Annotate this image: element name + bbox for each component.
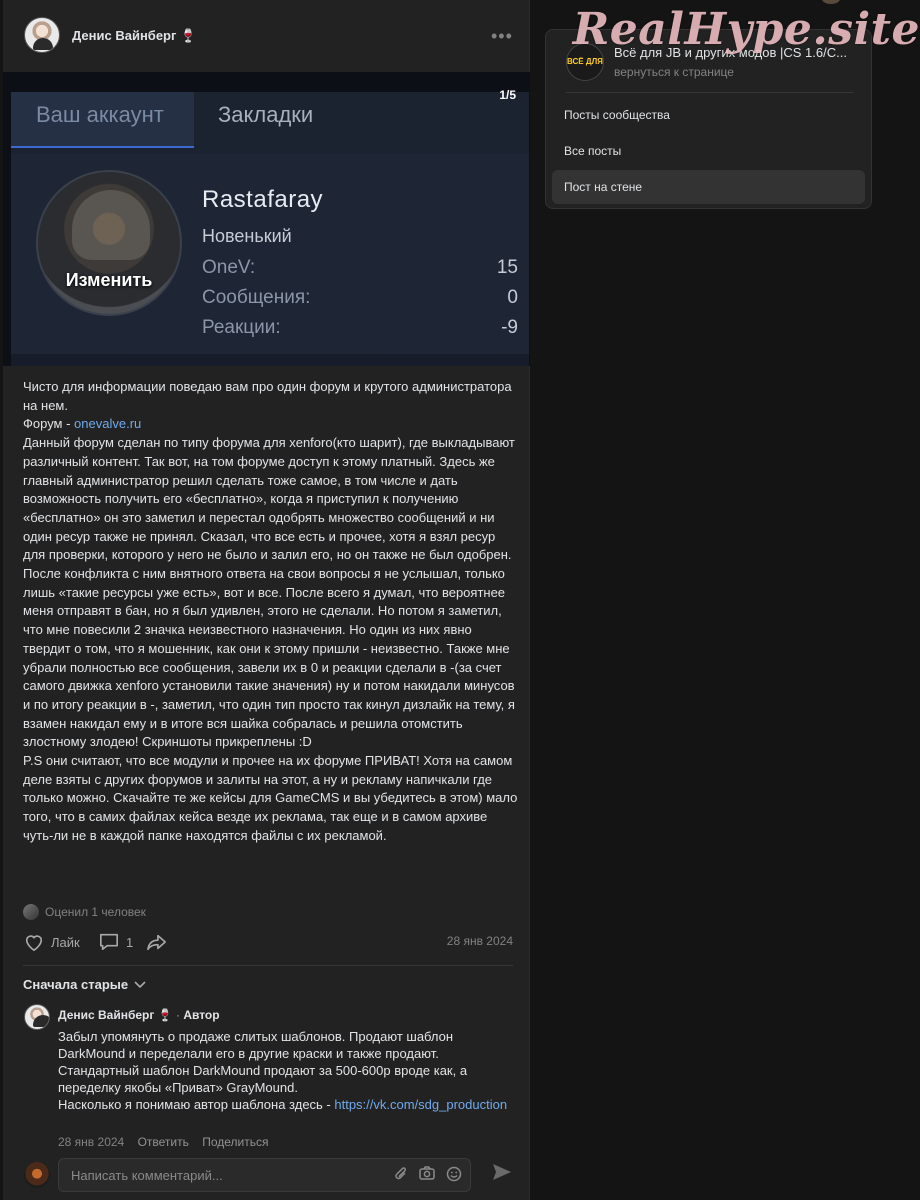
sort-label: Сначала старые — [23, 977, 129, 992]
group-nav-panel: ВСЁ ДЛЯ Всё для JB и других модов |CS 1.… — [545, 29, 872, 209]
back-to-page-link[interactable]: вернуться к странице — [614, 65, 734, 79]
comment-badge: · Автор — [173, 1008, 220, 1022]
stat-label: OneV: — [202, 257, 256, 278]
comment-meta: 28 янв 2024 Ответить Поделиться — [58, 1135, 278, 1149]
share-comment-button[interactable]: Поделиться — [202, 1135, 268, 1149]
rated-by[interactable]: Оценил 1 человек — [23, 904, 146, 920]
carousel-pager: 1/5 — [499, 88, 516, 102]
fox-avatar-image: Изменить — [36, 170, 182, 316]
comment-author-avatar[interactable] — [24, 1004, 50, 1030]
stat-row: Сообщения: 0 — [202, 287, 518, 309]
screenshot-tabs: Ваш аккаунт Закладки — [11, 92, 529, 150]
comment-date[interactable]: 28 янв 2024 — [58, 1135, 124, 1149]
comment-link[interactable]: https://vk.com/sdg_production — [334, 1097, 507, 1112]
divider — [566, 92, 854, 93]
stat-label: Сообщения: — [202, 287, 311, 308]
attached-screenshot: Ваш аккаунт Закладки Изменить Rastafaray… — [11, 92, 529, 366]
rated-by-label: Оценил 1 человек — [45, 905, 146, 919]
divider — [23, 965, 513, 966]
more-horizontal-icon[interactable]: ••• — [491, 26, 513, 47]
like-button[interactable]: Лайк — [23, 932, 80, 952]
stat-row: OneV: 15 — [202, 257, 518, 279]
screenshot-rank: Новенький — [202, 226, 292, 246]
post-date[interactable]: 28 янв 2024 — [447, 934, 513, 948]
chevron-down-icon — [134, 980, 146, 988]
stat-value: 0 — [507, 287, 518, 308]
forum-link[interactable]: onevalve.ru — [74, 416, 141, 431]
share-button[interactable] — [146, 932, 168, 952]
nav-community-posts[interactable]: Посты сообщества — [552, 98, 865, 132]
author-avatar[interactable] — [24, 17, 60, 53]
wall-post: Денис Вайнберг 🍷 ••• Ваш аккаунт Закладк… — [3, 0, 530, 1200]
nav-all-posts[interactable]: Все посты — [552, 134, 865, 168]
current-user-avatar — [24, 1162, 50, 1188]
author-name[interactable]: Денис Вайнберг 🍷 — [72, 28, 196, 44]
watermark: RealHype.site — [572, 4, 920, 55]
like-label: Лайк — [51, 934, 80, 950]
screenshot-tab-account: Ваш аккаунт — [11, 92, 194, 148]
camera-icon[interactable] — [419, 1166, 435, 1183]
stat-row: Реакции: -9 — [202, 317, 518, 339]
share-icon — [147, 934, 166, 951]
comment-input-placeholder: Написать комментарий... — [71, 1168, 223, 1183]
send-icon[interactable] — [491, 1162, 513, 1188]
comments-count: 1 — [126, 934, 134, 950]
post-header: Денис Вайнберг 🍷 ••• — [3, 0, 530, 72]
comment-input[interactable]: Написать комментарий... — [58, 1158, 471, 1192]
comments-sort[interactable]: Сначала старые — [23, 977, 146, 992]
screenshot-username: Rastafaray — [202, 186, 324, 213]
rater-avatar — [23, 904, 39, 920]
stat-value: 15 — [496, 257, 518, 278]
heart-icon — [25, 935, 43, 952]
screenshot-tab-bookmarks: Закладки — [218, 102, 314, 127]
comment-icon — [100, 933, 118, 951]
post-text-body: Данный форум сделан по типу форума для x… — [23, 435, 518, 843]
comment-author-name: Денис Вайнберг 🍷 — [58, 1008, 173, 1022]
image-carousel[interactable]: Ваш аккаунт Закладки Изменить Rastafaray… — [3, 72, 530, 366]
post-text: Чисто для информации поведаю вам про оди… — [23, 378, 518, 846]
stat-label: Реакции: — [202, 317, 281, 338]
badge-separator: · — [172, 1008, 184, 1022]
avatar-change-label: Изменить — [65, 270, 153, 290]
comment-text: Забыл упомянуть о продаже слитых шаблоно… — [58, 1028, 513, 1113]
post-actions: Лайк 1 28 янв 2024 — [23, 932, 513, 954]
author-badge-label: Автор — [183, 1008, 220, 1022]
reply-button[interactable]: Ответить — [138, 1135, 189, 1149]
attach-icon[interactable] — [394, 1166, 408, 1185]
stat-value: -9 — [501, 317, 518, 338]
comment-author[interactable]: Денис Вайнберг 🍷 · Автор — [58, 1008, 220, 1022]
nav-wall-post[interactable]: Пост на стене — [552, 170, 865, 204]
emoji-icon[interactable] — [446, 1166, 462, 1185]
comment-button[interactable]: 1 — [98, 932, 133, 952]
